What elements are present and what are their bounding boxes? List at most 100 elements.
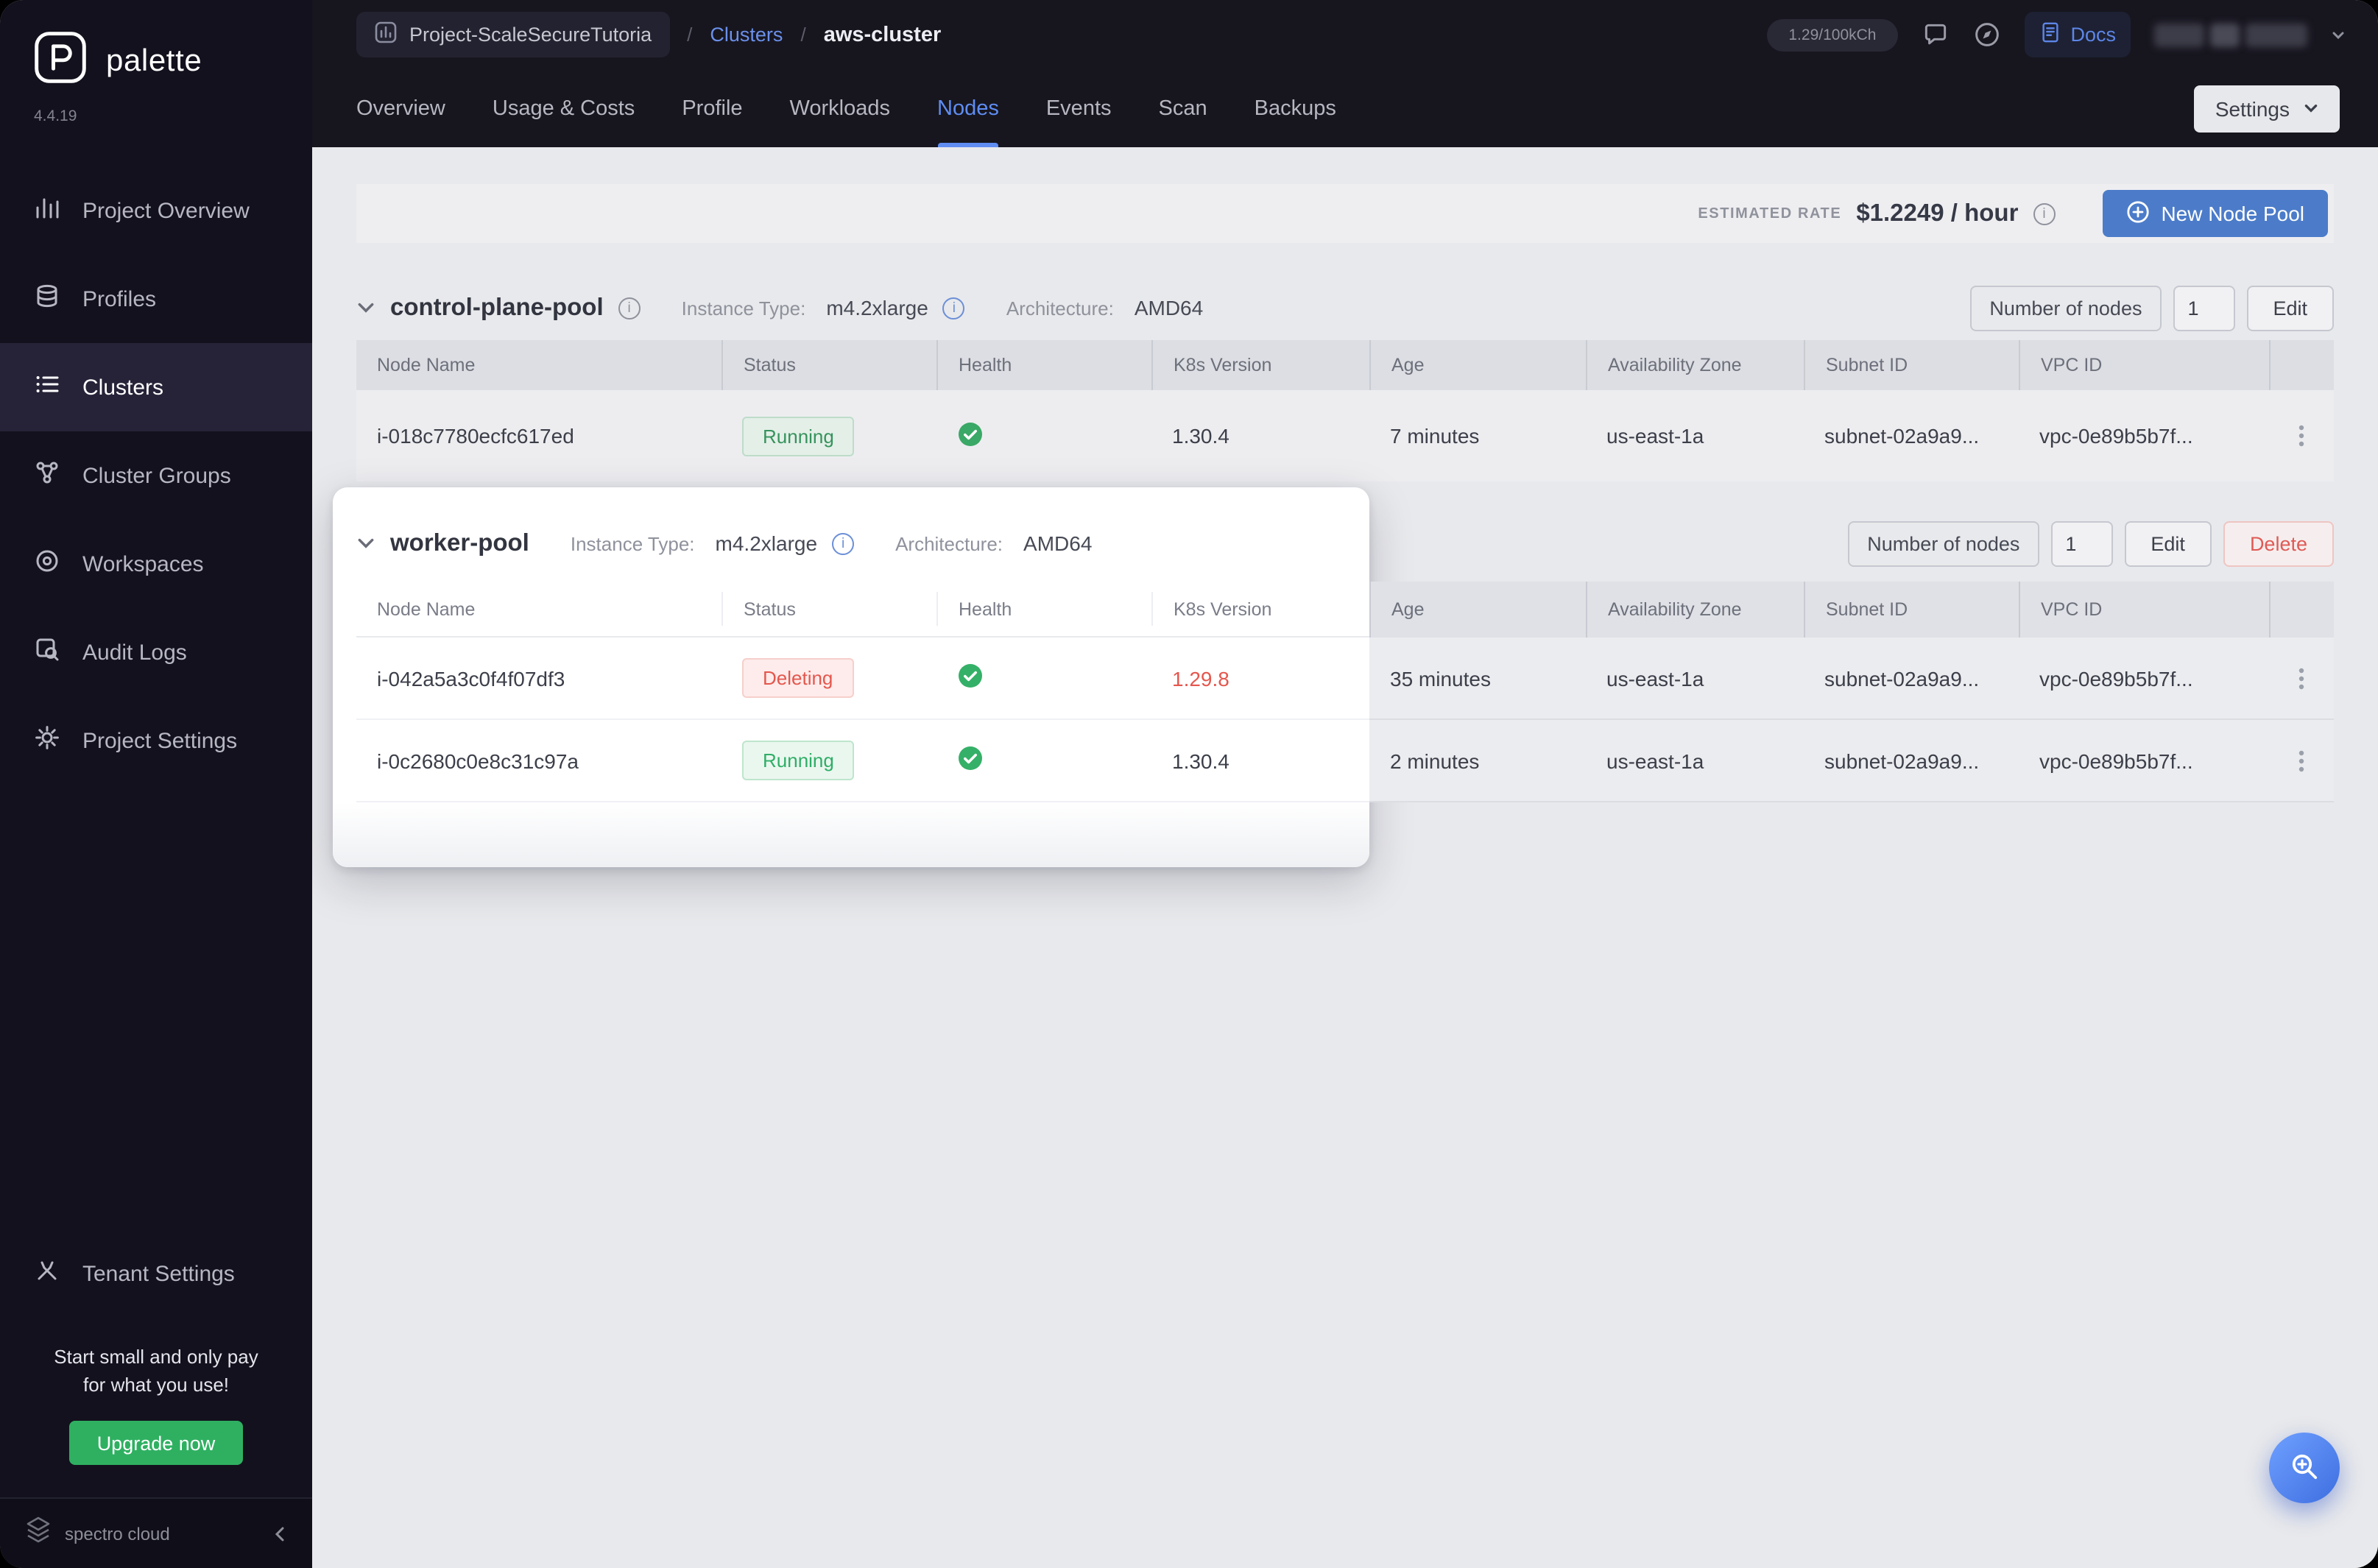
project-chart-icon bbox=[374, 21, 398, 49]
sidebar-item-cluster-groups[interactable]: Cluster Groups bbox=[0, 431, 312, 520]
instance-type-value: m4.2xlarge bbox=[716, 532, 818, 555]
k8s-version: 1.30.4 bbox=[1151, 424, 1369, 448]
row-menu-kebab-icon[interactable] bbox=[2269, 424, 2334, 448]
info-icon[interactable]: i bbox=[618, 297, 641, 319]
breadcrumb-clusters-link[interactable]: Clusters bbox=[710, 24, 783, 46]
sidebar-item-project-overview[interactable]: Project Overview bbox=[0, 166, 312, 255]
sidebar-item-profiles[interactable]: Profiles bbox=[0, 255, 312, 343]
sidebar-item-workspaces[interactable]: Workspaces bbox=[0, 520, 312, 608]
sidebar-item-project-settings[interactable]: Project Settings bbox=[0, 696, 312, 785]
tab-nodes[interactable]: Nodes bbox=[937, 69, 999, 147]
compass-icon[interactable] bbox=[1973, 21, 2001, 49]
worker-table-header-left: Node Name Status Health K8s Version bbox=[356, 582, 1369, 638]
sidebar-item-label: Cluster Groups bbox=[82, 463, 231, 488]
number-of-nodes-input[interactable] bbox=[2050, 520, 2112, 566]
column-header: Availability Zone bbox=[1586, 582, 1804, 638]
table-row: i-042a5a3c0f4f07df3 Deleting 1.29.8 bbox=[356, 638, 1369, 720]
network-icon bbox=[34, 459, 60, 492]
row-menu-kebab-icon[interactable] bbox=[2269, 749, 2334, 772]
control-plane-pool-header: control-plane-pool i Instance Type: m4.2… bbox=[356, 275, 2334, 340]
spectro-cloud-wordmark: spectro cloud bbox=[65, 1523, 170, 1544]
sidebar-item-label: Audit Logs bbox=[82, 640, 187, 665]
sidebar-item-label: Project Settings bbox=[82, 728, 237, 753]
column-header: Subnet ID bbox=[1804, 582, 2019, 638]
chevron-down-icon[interactable] bbox=[356, 298, 375, 317]
column-header: Age bbox=[1369, 340, 1586, 390]
spectro-cloud-logo-icon bbox=[24, 1515, 53, 1552]
health-check-icon bbox=[957, 670, 984, 693]
delete-pool-button[interactable]: Delete bbox=[2223, 520, 2334, 566]
architecture-value: AMD64 bbox=[1023, 532, 1092, 555]
chevron-down-icon[interactable] bbox=[356, 534, 375, 553]
node-name: i-042a5a3c0f4f07df3 bbox=[356, 666, 721, 690]
worker-pool-controls: Number of nodes Edit Delete bbox=[1369, 505, 2334, 582]
clusters-icon bbox=[34, 371, 60, 403]
upgrade-button[interactable]: Upgrade now bbox=[69, 1421, 243, 1465]
estimated-rate-label: ESTIMATED RATE bbox=[1698, 205, 1841, 222]
app-window: palette 4.4.19 Project Overview Profiles… bbox=[0, 0, 2378, 1568]
tab-usage-costs[interactable]: Usage & Costs bbox=[493, 69, 635, 147]
number-of-nodes-label: Number of nodes bbox=[1970, 285, 2161, 331]
chevron-down-icon[interactable] bbox=[2331, 27, 2346, 42]
vpc-id: vpc-0e89b5b7f... bbox=[2019, 424, 2269, 448]
tools-icon bbox=[34, 1258, 60, 1290]
architecture-label: Architecture: bbox=[1006, 297, 1114, 319]
edit-pool-button[interactable]: Edit bbox=[2124, 520, 2212, 566]
redacted-account-area[interactable] bbox=[2154, 23, 2307, 46]
vpc-id: vpc-0e89b5b7f... bbox=[2019, 749, 2269, 772]
k8s-version: 1.29.8 bbox=[1151, 666, 1369, 690]
column-header-actions bbox=[2269, 340, 2334, 390]
availability-zone: us-east-1a bbox=[1586, 666, 1804, 690]
health-check-icon bbox=[957, 428, 984, 451]
node-age: 2 minutes bbox=[1369, 749, 1586, 772]
breadcrumb-project-chip[interactable]: Project-ScaleSecureTutoria bbox=[356, 12, 669, 57]
availability-zone: us-east-1a bbox=[1586, 749, 1804, 772]
tab-profile[interactable]: Profile bbox=[682, 69, 742, 147]
sidebar-item-audit-logs[interactable]: Audit Logs bbox=[0, 608, 312, 696]
tab-scan[interactable]: Scan bbox=[1159, 69, 1207, 147]
instance-type-label: Instance Type: bbox=[571, 532, 695, 554]
node-name: i-0c2680c0e8c31c97a bbox=[356, 749, 721, 772]
table-row: i-018c7780ecfc617ed Running 1.30.4 7 min… bbox=[356, 390, 2334, 481]
tab-backups[interactable]: Backups bbox=[1255, 69, 1336, 147]
row-menu-kebab-icon[interactable] bbox=[2269, 666, 2334, 690]
sidebar-item-tenant-settings[interactable]: Tenant Settings bbox=[0, 1230, 312, 1318]
tab-overview[interactable]: Overview bbox=[356, 69, 445, 147]
control-plane-table-header: Node Name Status Health K8s Version Age … bbox=[356, 340, 2334, 390]
column-header: VPC ID bbox=[2019, 340, 2269, 390]
settings-button[interactable]: Settings bbox=[2195, 85, 2340, 132]
docs-link[interactable]: Docs bbox=[2025, 12, 2131, 57]
chat-icon[interactable] bbox=[1922, 21, 1950, 49]
sidebar-item-clusters[interactable]: Clusters bbox=[0, 343, 312, 431]
info-icon[interactable]: i bbox=[832, 532, 854, 554]
pool-title: control-plane-pool bbox=[390, 294, 604, 322]
info-icon[interactable]: i bbox=[943, 297, 965, 319]
info-icon[interactable]: i bbox=[2033, 202, 2055, 225]
search-plus-icon bbox=[2288, 1449, 2321, 1486]
collapse-sidebar-icon[interactable] bbox=[271, 1525, 289, 1542]
breadcrumb-separator: / bbox=[800, 24, 805, 46]
new-node-pool-button[interactable]: New Node Pool bbox=[2102, 190, 2328, 237]
health-status bbox=[936, 663, 1151, 693]
subnet-id: subnet-02a9a9... bbox=[1804, 749, 2019, 772]
sidebar-footer: spectro cloud bbox=[0, 1497, 312, 1568]
column-header: Node Name bbox=[356, 340, 721, 390]
pool-title: worker-pool bbox=[390, 529, 529, 557]
tab-workloads[interactable]: Workloads bbox=[790, 69, 890, 147]
tab-events[interactable]: Events bbox=[1046, 69, 1112, 147]
target-icon bbox=[34, 548, 60, 580]
architecture-value: AMD64 bbox=[1135, 296, 1203, 319]
node-name: i-018c7780ecfc617ed bbox=[356, 424, 721, 448]
breadcrumb-project-name: Project-ScaleSecureTutoria bbox=[409, 24, 652, 46]
column-header: Health bbox=[936, 340, 1151, 390]
sidebar: palette 4.4.19 Project Overview Profiles… bbox=[0, 0, 312, 1568]
edit-pool-button[interactable]: Edit bbox=[2246, 285, 2334, 331]
column-header: Age bbox=[1369, 582, 1586, 638]
column-header: Subnet ID bbox=[1804, 340, 2019, 390]
search-fab-button[interactable] bbox=[2269, 1433, 2340, 1503]
column-header: Node Name bbox=[356, 593, 721, 625]
number-of-nodes-input[interactable] bbox=[2173, 285, 2234, 331]
layers-icon bbox=[34, 283, 60, 315]
brand-name: palette bbox=[106, 43, 202, 79]
sidebar-item-label: Workspaces bbox=[82, 551, 204, 576]
